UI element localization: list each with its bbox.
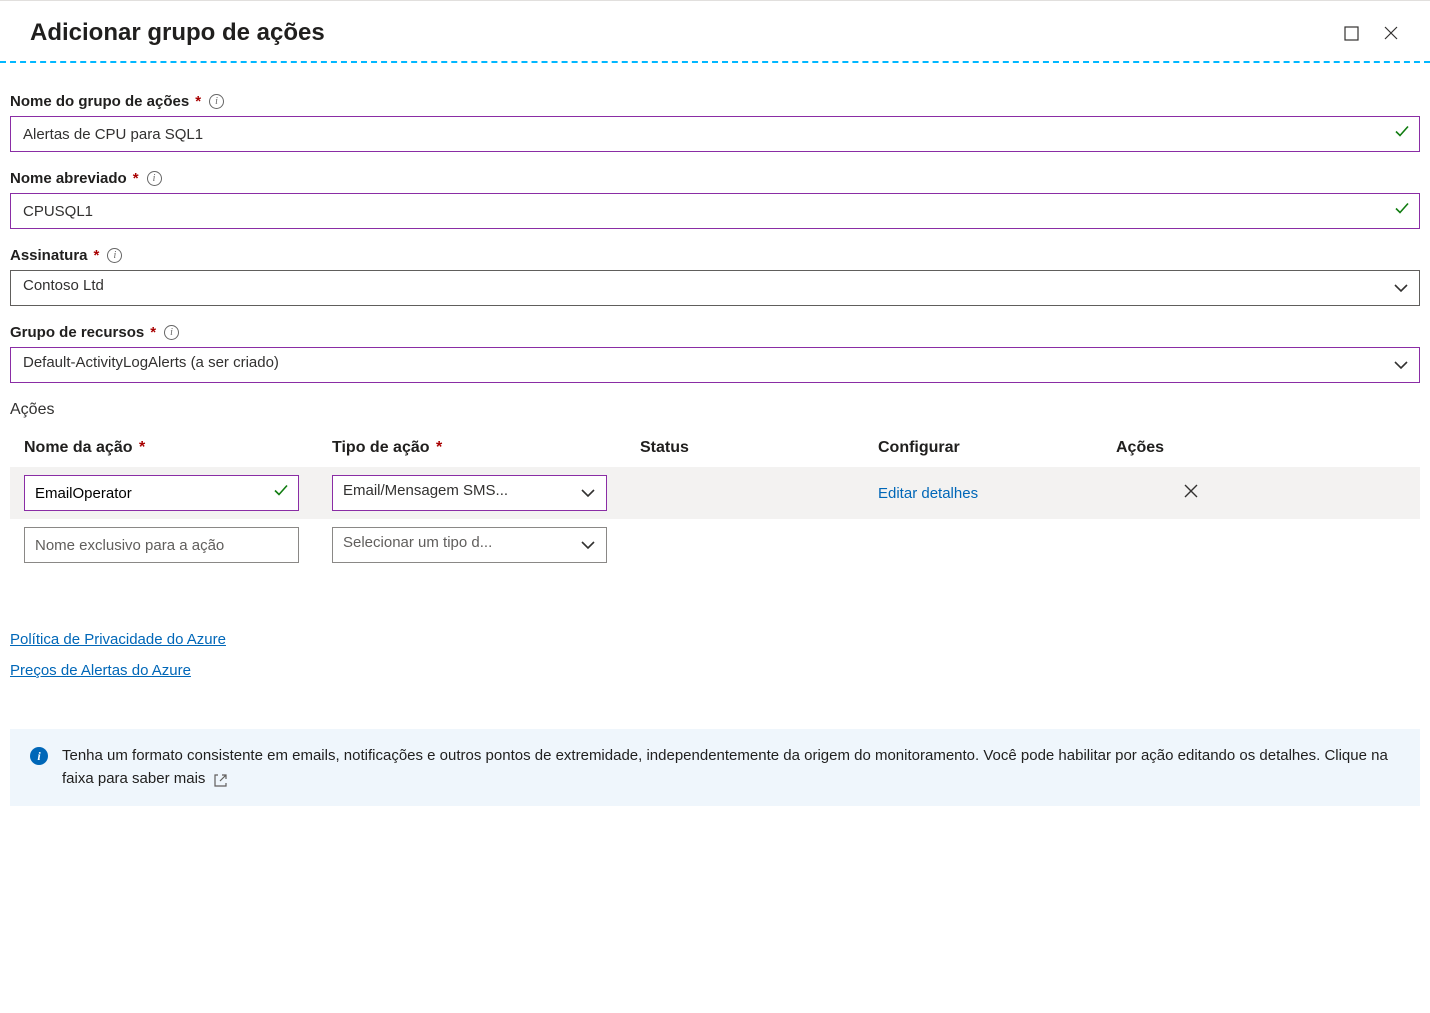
select-wrapper: Default-ActivityLogAlerts (a ser criado) [10,347,1420,383]
col-actions: Ações [1116,439,1266,457]
actions-table: Nome da ação * Tipo de ação * Status Con… [10,429,1420,571]
group-name-input[interactable] [10,116,1420,152]
required-indicator: * [195,93,201,110]
edit-details-link[interactable]: Editar detalhes [878,485,978,502]
close-icon[interactable] [1382,24,1400,42]
col-name: Nome da ação * [24,439,324,457]
required-indicator: * [94,247,100,264]
actions-section-label: Ações [10,401,1420,419]
validation-check-icon [273,483,289,504]
action-name-input[interactable] [24,475,299,511]
panel-content: Nome do grupo de ações * i Nome abreviad… [0,63,1430,826]
cell-type: Email/Mensagem SMS... [332,475,607,511]
maximize-icon[interactable] [1342,24,1360,42]
footer-links: Política de Privacidade do Azure Preços … [10,631,1420,679]
table-row: Email/Mensagem SMS... Editar detalhes [10,467,1420,519]
input-wrapper [10,116,1420,152]
col-status: Status [640,439,870,457]
resource-group-select[interactable]: Default-ActivityLogAlerts (a ser criado) [10,347,1420,383]
info-icon[interactable]: i [164,325,179,340]
field-resource-group: Grupo de recursos * i Default-ActivityLo… [10,324,1420,383]
label-text: Nome abreviado [10,170,127,187]
banner-text-content: Tenha um formato consistente em emails, … [62,747,1388,787]
required-indicator: * [150,324,156,341]
info-icon[interactable]: i [209,94,224,109]
info-icon[interactable]: i [107,248,122,263]
header-controls [1342,24,1400,42]
panel-title: Adicionar grupo de ações [30,19,325,47]
field-label: Nome do grupo de ações * i [10,93,1420,110]
delete-row-button[interactable] [1116,483,1266,504]
validation-check-icon [1394,124,1410,145]
validation-check-icon [1394,201,1410,222]
pricing-link[interactable]: Preços de Alertas do Azure [10,662,1420,679]
table-row: Selecionar um tipo d... [10,519,1420,571]
add-action-group-panel: Adicionar grupo de ações Nome do grupo d… [0,0,1430,826]
field-label: Assinatura * i [10,247,1420,264]
field-group-name: Nome do grupo de ações * i [10,93,1420,152]
col-type: Tipo de ação * [332,439,632,457]
input-wrapper [10,193,1420,229]
panel-header: Adicionar grupo de ações [0,0,1430,61]
cell-configure: Editar detalhes [878,485,1108,502]
required-indicator: * [133,170,139,187]
col-name-text: Nome da ação [24,439,132,456]
banner-text: Tenha um formato consistente em emails, … [62,745,1400,790]
subscription-select[interactable]: Contoso Ltd [10,270,1420,306]
field-label: Grupo de recursos * i [10,324,1420,341]
required-indicator: * [139,439,145,456]
field-subscription: Assinatura * i Contoso Ltd [10,247,1420,306]
cell-type: Selecionar um tipo d... [332,527,607,563]
col-configure: Configurar [878,439,1108,457]
label-text: Grupo de recursos [10,324,144,341]
info-icon[interactable]: i [147,171,162,186]
short-name-input[interactable] [10,193,1420,229]
field-label: Nome abreviado * i [10,170,1420,187]
info-banner[interactable]: i Tenha um formato consistente em emails… [10,729,1420,806]
select-wrapper: Contoso Ltd [10,270,1420,306]
col-type-text: Tipo de ação [332,439,430,456]
privacy-policy-link[interactable]: Política de Privacidade do Azure [10,631,1420,648]
action-type-select[interactable]: Email/Mensagem SMS... [332,475,607,511]
external-link-icon [214,772,227,785]
label-text: Assinatura [10,247,88,264]
action-name-input[interactable] [24,527,299,563]
table-header: Nome da ação * Tipo de ação * Status Con… [10,429,1420,467]
required-indicator: * [436,439,442,456]
cell-name [24,475,299,511]
action-type-select[interactable]: Selecionar um tipo d... [332,527,607,563]
label-text: Nome do grupo de ações [10,93,189,110]
info-icon: i [30,747,48,765]
field-short-name: Nome abreviado * i [10,170,1420,229]
cell-name [24,527,299,563]
